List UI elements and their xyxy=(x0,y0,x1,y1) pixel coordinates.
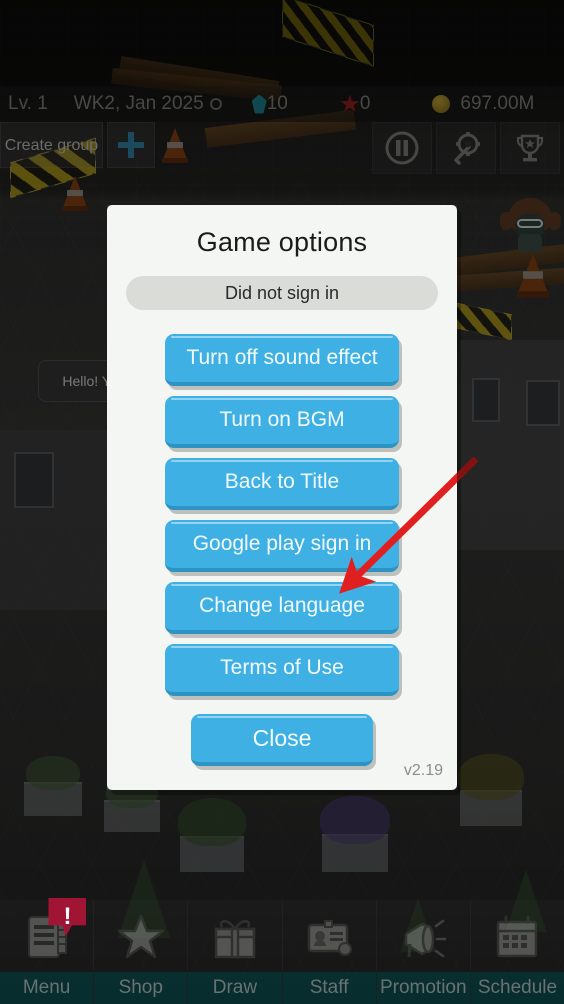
gem-icon xyxy=(251,94,267,114)
option-label: Terms of Use xyxy=(220,656,344,679)
bush-prop xyxy=(320,796,390,844)
option-label: Turn on BGM xyxy=(219,408,345,431)
option-label: Change language xyxy=(199,594,365,617)
window-prop xyxy=(472,378,500,422)
bush-prop xyxy=(178,798,246,846)
create-group-button[interactable]: Create group xyxy=(0,122,103,168)
background-shadow-band xyxy=(0,0,564,86)
nav-item-schedule[interactable]: Schedule xyxy=(470,900,564,1004)
nav-label: Menu xyxy=(0,972,94,1004)
version-label: v2.19 xyxy=(403,762,443,779)
building-prop xyxy=(460,340,564,550)
pause-button[interactable] xyxy=(372,122,432,174)
clock-icon xyxy=(209,98,222,110)
gear-wrench-icon xyxy=(454,132,480,165)
traffic-cone-prop xyxy=(516,253,550,298)
star-icon xyxy=(94,900,187,972)
option-label: Google play sign in xyxy=(192,532,372,555)
game-screen: Lv. 1 WK2, Jan 2025 10 0 697.00M Create … xyxy=(0,0,564,1004)
back-to-title-button[interactable]: Back to Title xyxy=(165,458,399,510)
nav-item-staff[interactable]: Staff xyxy=(282,900,377,1004)
hud-gems: 10 xyxy=(266,93,288,114)
traffic-cone-prop xyxy=(62,176,88,211)
nav-item-menu[interactable]: ! Menu xyxy=(0,898,95,1004)
pause-icon xyxy=(385,131,419,165)
settings-button[interactable] xyxy=(436,122,496,174)
create-group-label: Create group xyxy=(4,136,99,154)
dialog-title: Game options xyxy=(196,227,368,257)
google-play-sign-in-button[interactable]: Google play sign in xyxy=(165,520,399,572)
nav-label: Draw xyxy=(188,972,282,1004)
trophy-icon xyxy=(516,134,544,162)
id-card-icon xyxy=(283,900,376,972)
terms-of-use-button[interactable]: Terms of Use xyxy=(165,644,399,696)
sign-in-status-label: Did not sign in xyxy=(224,282,340,303)
nav-label: Staff xyxy=(282,972,376,1004)
change-language-button[interactable]: Change language xyxy=(165,582,399,634)
top-toolbar: Create group xyxy=(0,122,564,178)
option-label: Turn off sound effect xyxy=(186,346,378,369)
achievements-button[interactable] xyxy=(500,122,560,174)
options-button-list: Turn off sound effect Turn on BGM Back t… xyxy=(107,334,457,696)
close-label: Close xyxy=(252,724,312,751)
hud-date: WK2, Jan 2025 xyxy=(73,93,204,114)
turn-on-bgm-button[interactable]: Turn on BGM xyxy=(165,396,399,448)
coin-icon xyxy=(432,95,451,113)
turn-off-sound-effect-button[interactable]: Turn off sound effect xyxy=(165,334,399,386)
window-prop xyxy=(526,380,560,426)
calendar-icon xyxy=(471,900,564,972)
game-options-dialog: Game options Did not sign in Turn off so… xyxy=(107,205,457,790)
window-prop xyxy=(14,452,54,508)
hud-level: Lv. 1 xyxy=(8,93,48,114)
nav-label: Shop xyxy=(94,972,188,1004)
star-icon xyxy=(340,94,360,112)
nav-item-promotion[interactable]: Promotion xyxy=(376,900,471,1004)
option-label: Back to Title xyxy=(224,470,340,493)
nav-item-draw[interactable]: Draw xyxy=(188,900,283,1004)
nav-item-shop[interactable]: Shop xyxy=(94,900,189,1004)
hud-status-bar: Lv. 1 WK2, Jan 2025 10 0 697.00M xyxy=(0,86,564,122)
bush-prop xyxy=(458,754,524,800)
add-group-button[interactable] xyxy=(107,122,155,168)
hud-stars: 0 xyxy=(359,93,371,114)
hud-money: 697.00M xyxy=(460,93,535,114)
bush-prop xyxy=(26,756,80,790)
megaphone-icon xyxy=(377,900,470,972)
gift-box-icon xyxy=(188,900,281,972)
close-button[interactable]: Close xyxy=(191,714,373,766)
bottom-navigation-bar: ! Menu Shop Draw Staff Promotion Schedul… xyxy=(0,898,564,1004)
sign-in-status-badge: Did not sign in xyxy=(126,276,438,310)
nav-label: Promotion xyxy=(376,972,470,1004)
nav-label: Schedule xyxy=(470,972,564,1004)
plus-icon xyxy=(117,131,145,159)
